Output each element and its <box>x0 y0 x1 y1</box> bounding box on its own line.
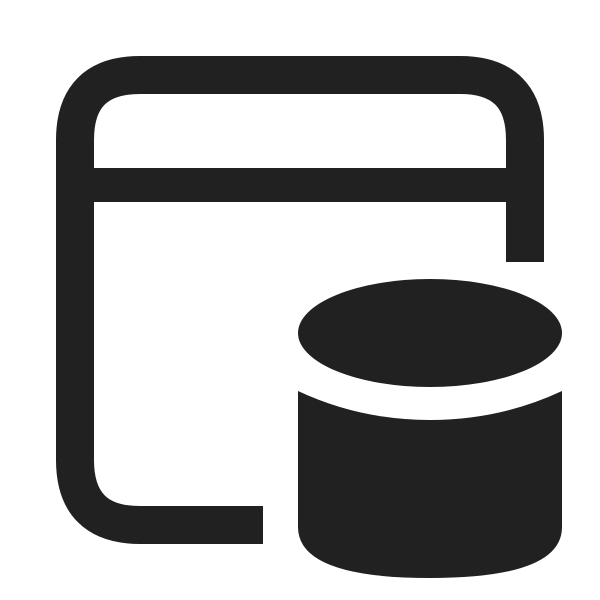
database-body <box>298 391 562 578</box>
app-window-database-icon <box>56 56 562 578</box>
icon-canvas <box>0 0 600 600</box>
database-cylinder <box>298 279 562 578</box>
database-top <box>298 279 562 387</box>
